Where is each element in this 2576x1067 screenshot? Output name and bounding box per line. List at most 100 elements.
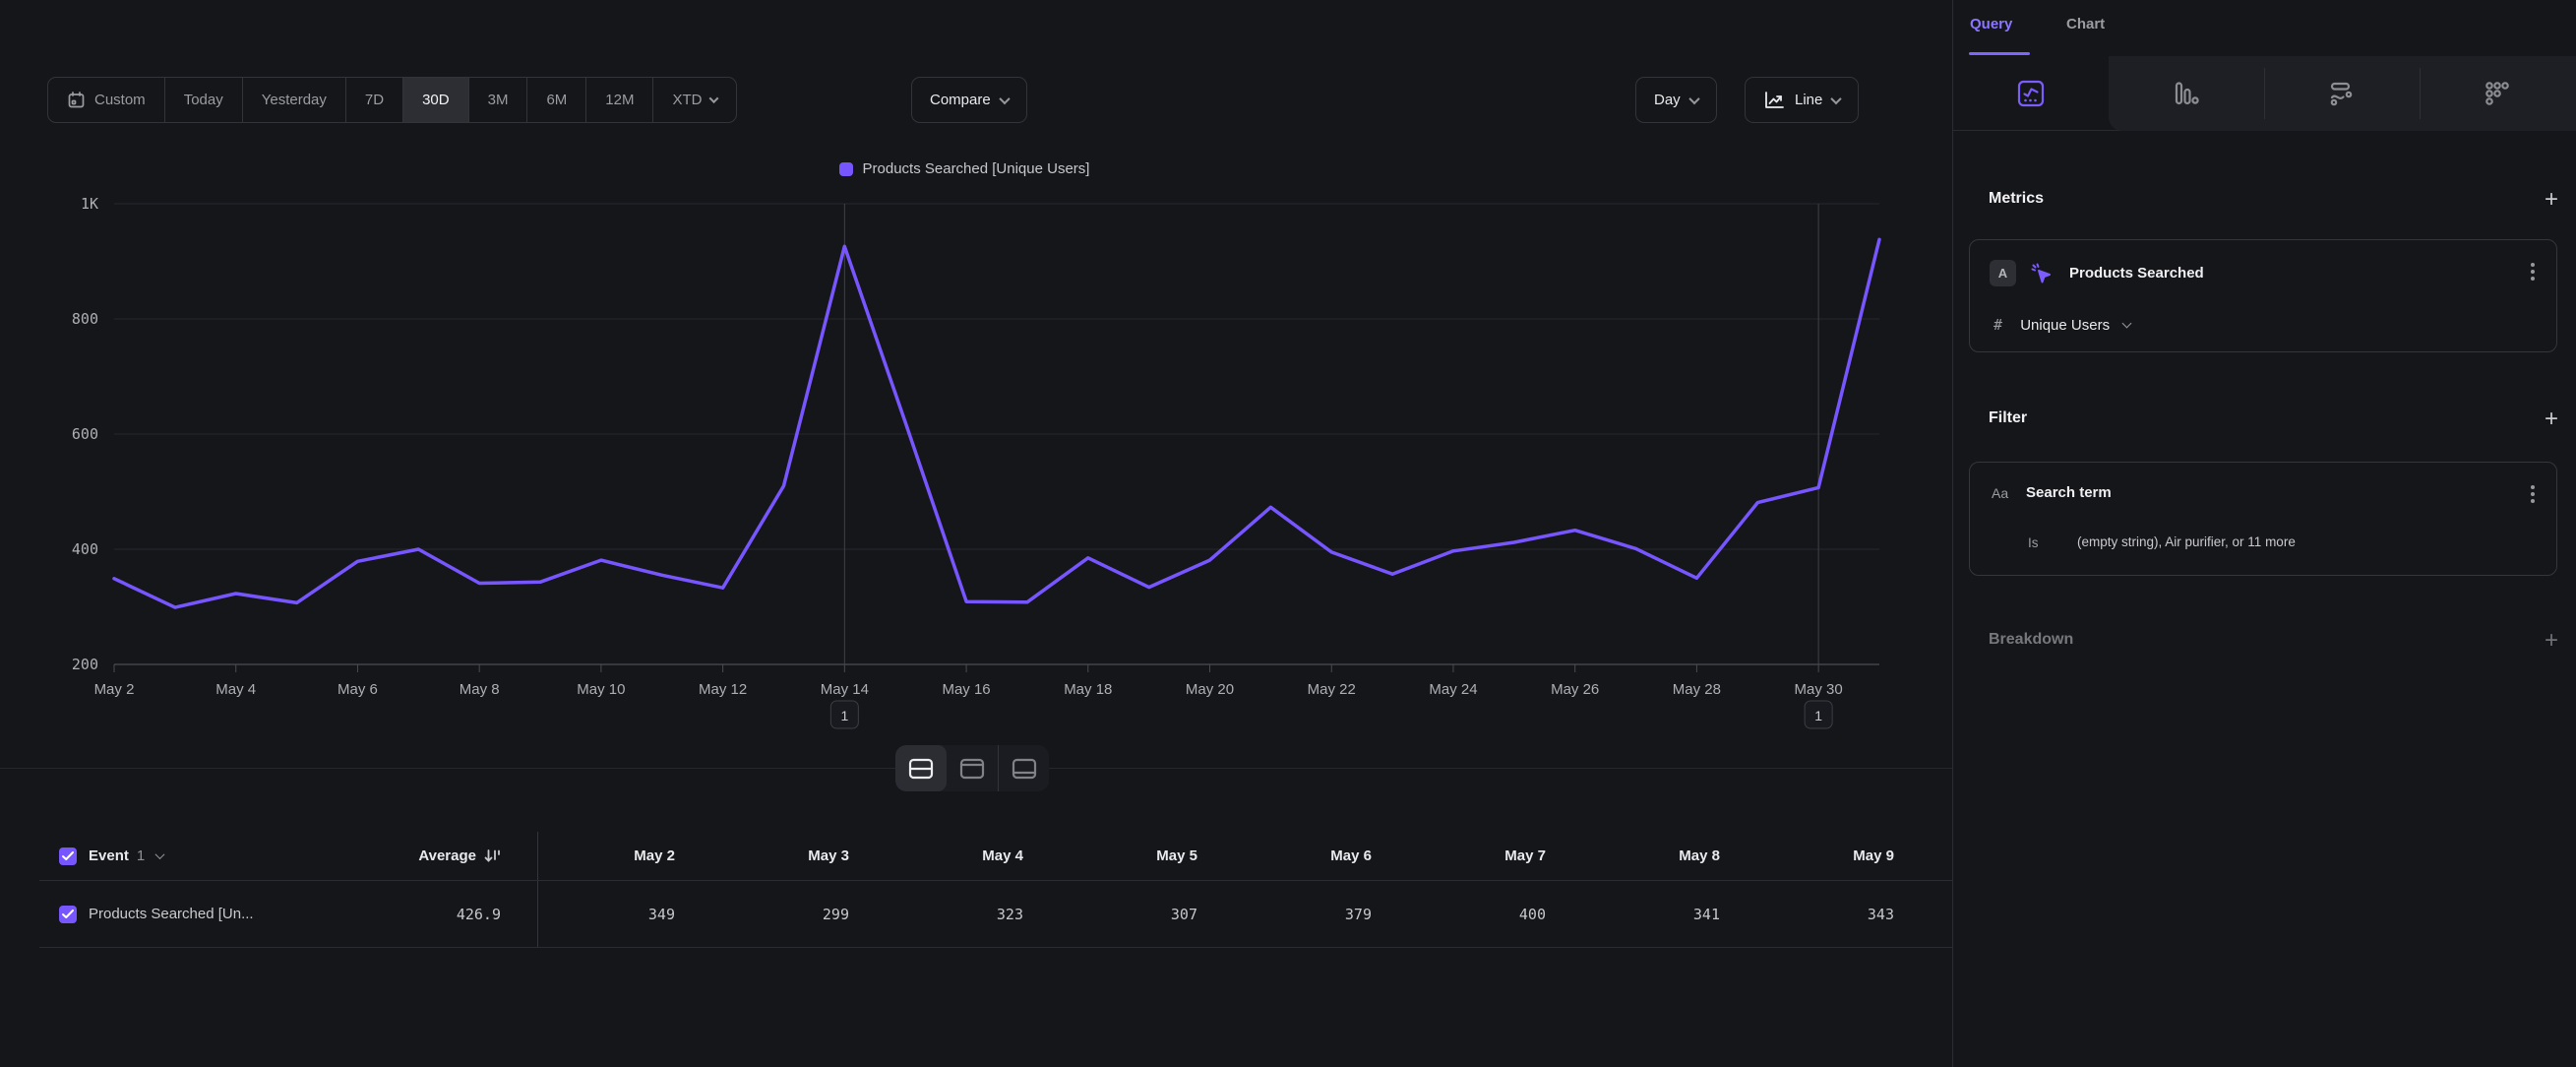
- row-label-cell[interactable]: Products Searched [Un...: [39, 906, 305, 923]
- tab-retention[interactable]: [2420, 56, 2575, 131]
- table-header-day[interactable]: May 8: [1583, 847, 1757, 864]
- toolbar: Custom Today Yesterday 7D 30D 3M6M12M XTD Comp…: [0, 77, 1952, 123]
- table-cell-value: 323: [887, 906, 1061, 923]
- granularity-dropdown[interactable]: Day: [1635, 77, 1717, 123]
- metric-event-name[interactable]: Products Searched: [2069, 265, 2204, 282]
- split-view-button[interactable]: [895, 745, 947, 791]
- range-custom[interactable]: Custom: [48, 78, 165, 122]
- tab-insights[interactable]: [1953, 56, 2109, 131]
- table-header-day[interactable]: May 5: [1061, 847, 1235, 864]
- top-panel-view-icon: [959, 758, 985, 780]
- line-chart[interactable]: 1K800600400200May 2May 4May 6May 8May 10…: [0, 138, 1929, 743]
- range-label: Today: [184, 92, 223, 108]
- table-header-day[interactable]: May 3: [712, 847, 887, 864]
- filter-property-name[interactable]: Search term: [2026, 484, 2112, 501]
- y-axis-label: 400: [72, 540, 98, 558]
- check-icon: [62, 910, 74, 919]
- x-axis-label: May 14: [821, 681, 869, 698]
- table-header-day[interactable]: May 9: [1757, 847, 1932, 864]
- add-metric-button[interactable]: +: [2540, 189, 2563, 213]
- average-header-cell[interactable]: Average: [305, 832, 538, 880]
- report-type-tabs: [1953, 56, 2576, 131]
- series-label: Products Searched [Un...: [89, 906, 254, 922]
- active-tab-underline: [1969, 52, 2030, 55]
- tab-funnels[interactable]: [2109, 56, 2264, 131]
- range-6m[interactable]: 6M: [527, 78, 586, 122]
- filter-card[interactable]: Aa Search term Is (empty string), Air pu…: [1969, 462, 2557, 576]
- event-header-label: Event: [89, 847, 129, 864]
- compare-button[interactable]: Compare: [911, 77, 1027, 123]
- flows-icon: [2329, 81, 2355, 106]
- results-table: Event 1 Average May 2May 3May 4May 5May …: [39, 832, 1952, 948]
- insights-report: Custom Today Yesterday 7D 30D 3M6M12M XTD Comp…: [0, 0, 2576, 1067]
- select-all-checkbox[interactable]: [59, 847, 77, 865]
- top-panel-view-button[interactable]: [947, 745, 998, 791]
- x-axis-label: May 6: [337, 681, 378, 698]
- x-axis-label: May 4: [215, 681, 256, 698]
- y-axis-label: 800: [72, 310, 98, 328]
- table-header-day[interactable]: May 6: [1235, 847, 1409, 864]
- table-cell-value: 379: [1235, 906, 1409, 923]
- range-30d[interactable]: 30D: [403, 78, 469, 122]
- add-breakdown-button[interactable]: +: [2540, 630, 2563, 654]
- filter-value[interactable]: (empty string), Air purifier, or 11 more: [2077, 534, 2296, 549]
- property-type-icon: Aa: [1992, 485, 2008, 501]
- chart-type-dropdown[interactable]: Line: [1745, 77, 1859, 123]
- sidebar-tabs: Query Chart: [1953, 0, 2576, 56]
- filter-options-kebab[interactable]: [2531, 482, 2537, 506]
- tab-chart[interactable]: Chart: [2066, 16, 2105, 32]
- tab-flows[interactable]: [2264, 56, 2420, 131]
- average-header-label: Average: [418, 847, 476, 864]
- insights-icon: [2017, 80, 2045, 107]
- x-axis-label: May 16: [942, 681, 990, 698]
- series-line[interactable]: [114, 239, 1879, 607]
- table-header-day[interactable]: May 7: [1409, 847, 1583, 864]
- filter-operator[interactable]: Is: [2028, 535, 2039, 550]
- event-icon: [2029, 261, 2054, 289]
- range-xtd[interactable]: XTD: [653, 78, 736, 122]
- y-axis-label: 600: [72, 425, 98, 443]
- table-cell-value: 299: [712, 906, 887, 923]
- check-icon: [62, 851, 74, 861]
- annotation-badge-label: 1: [1814, 708, 1822, 723]
- metric-card[interactable]: A Products Searched # Unique Users: [1969, 239, 2557, 352]
- query-sidebar: Query Chart: [1953, 0, 2576, 1067]
- aggregation-label: Unique Users: [2020, 317, 2110, 334]
- table-header-day[interactable]: May 4: [887, 847, 1061, 864]
- table-cell-value: 307: [1061, 906, 1235, 923]
- x-axis-label: May 30: [1795, 681, 1843, 698]
- range-label: XTD: [672, 92, 702, 108]
- table-cell-value: 343: [1757, 906, 1932, 923]
- line-chart-icon: [1763, 91, 1785, 110]
- chart-type-label: Line: [1795, 92, 1822, 108]
- metric-options-kebab[interactable]: [2531, 260, 2537, 283]
- x-axis-label: May 22: [1308, 681, 1356, 698]
- range-7d[interactable]: 7D: [346, 78, 403, 122]
- range-today[interactable]: Today: [165, 78, 243, 122]
- date-range-group: Custom Today Yesterday 7D 30D 3M6M12M XTD: [47, 77, 737, 123]
- range-label: 7D: [365, 92, 384, 108]
- series-checkbox[interactable]: [59, 906, 77, 923]
- range-label: Yesterday: [262, 92, 327, 108]
- table-cell-value: 400: [1409, 906, 1583, 923]
- bottom-panel-view-button[interactable]: [998, 745, 1049, 791]
- y-axis-label: 200: [72, 656, 98, 673]
- granularity-label: Day: [1654, 92, 1681, 108]
- range-label: 30D: [422, 92, 450, 108]
- add-filter-button[interactable]: +: [2540, 408, 2563, 432]
- x-axis-label: May 12: [699, 681, 747, 698]
- retention-icon: [2484, 81, 2510, 106]
- table-header-day[interactable]: May 2: [538, 847, 712, 864]
- aggregation-row[interactable]: # Unique Users: [1993, 316, 2130, 334]
- range-3m[interactable]: 3M: [469, 78, 528, 122]
- event-header-cell[interactable]: Event 1: [39, 847, 305, 865]
- tab-query[interactable]: Query: [1970, 16, 2012, 32]
- layout-toggle-group: [895, 745, 1049, 791]
- x-axis-label: May 10: [577, 681, 625, 698]
- main-panel: Custom Today Yesterday 7D 30D 3M6M12M XTD Comp…: [0, 0, 1952, 1067]
- calendar-icon: [67, 91, 86, 109]
- range-yesterday[interactable]: Yesterday: [243, 78, 346, 122]
- funnels-icon: [2174, 81, 2199, 106]
- range-12m[interactable]: 12M: [586, 78, 653, 122]
- compare-label: Compare: [930, 92, 991, 108]
